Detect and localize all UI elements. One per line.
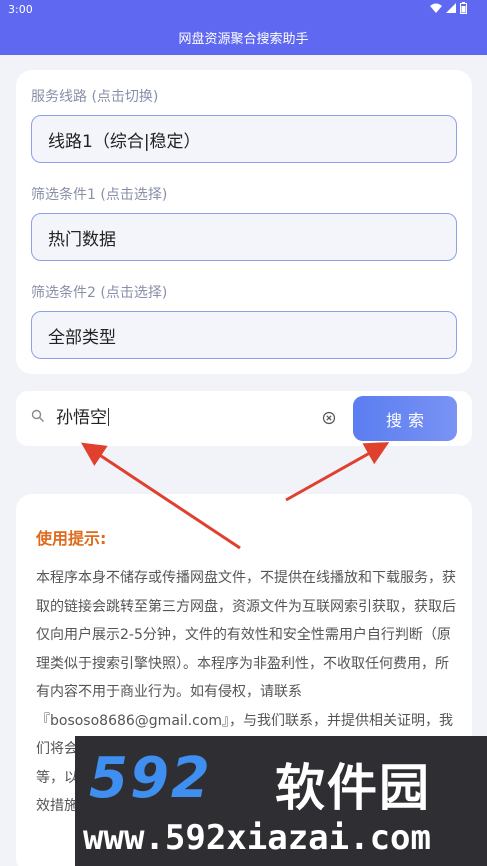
search-bar: 孙悟空 搜索: [16, 391, 472, 446]
battery-icon: [460, 2, 467, 14]
app-title: 网盘资源聚合搜索助手: [178, 32, 309, 47]
tips-title: 使用提示:: [36, 529, 107, 548]
route-selector[interactable]: 线路1（综合|稳定）: [31, 115, 457, 163]
filter-card: 服务线路 (点击切换) 线路1（综合|稳定） 筛选条件1 (点击选择) 热门数据…: [16, 70, 472, 374]
signal-icon: [446, 3, 456, 13]
search-input-text: 孙悟空: [56, 408, 107, 428]
search-button[interactable]: 搜索: [353, 396, 457, 441]
route-label: 服务线路 (点击切换): [31, 89, 159, 105]
watermark-banner: 592 软件园 www.592xiazai.com: [75, 736, 487, 866]
filter1-label: 筛选条件1 (点击选择): [31, 187, 168, 203]
filter2-label: 筛选条件2 (点击选择): [31, 285, 168, 301]
wifi-icon: [430, 3, 442, 13]
filter2-selector[interactable]: 全部类型: [31, 311, 457, 359]
status-time: 3:00: [8, 3, 33, 16]
arrow-to-search-button: [285, 442, 390, 502]
clear-icon[interactable]: [322, 411, 336, 425]
filter1-selector[interactable]: 热门数据: [31, 213, 457, 261]
app-bar: 3:00 网盘资源聚合搜索助手: [0, 0, 487, 55]
watermark-url: www.592xiazai.com: [83, 818, 431, 858]
status-icons: [430, 2, 467, 14]
watermark-name: 软件园: [275, 759, 431, 817]
search-icon: [31, 409, 44, 422]
search-input[interactable]: 孙悟空: [56, 403, 316, 428]
text-caret: [108, 408, 109, 426]
watermark-number: 592: [89, 746, 212, 811]
